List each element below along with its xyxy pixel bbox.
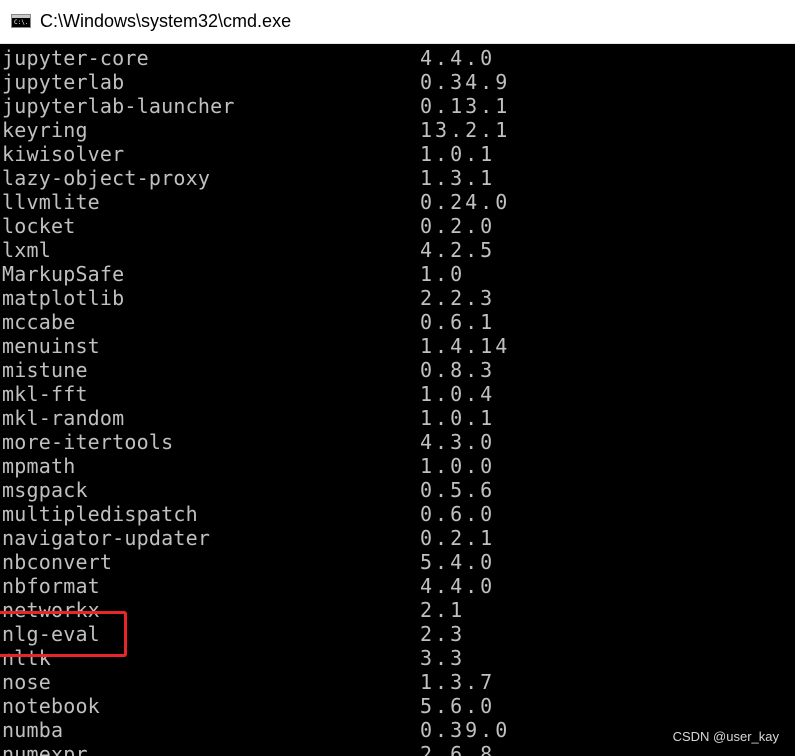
- cmd-icon-text: C:\.: [14, 19, 29, 26]
- package-name: llvmlite: [2, 190, 100, 214]
- package-version: 4.4.0: [420, 574, 496, 598]
- package-version: 1.4.14: [420, 334, 511, 358]
- package-name: jupyter-core: [2, 46, 149, 70]
- package-name: mistune: [2, 358, 88, 382]
- package-name: numba: [2, 718, 64, 742]
- package-name: nbformat: [2, 574, 100, 598]
- package-version: 0.2.1: [420, 526, 496, 550]
- package-version: 1.3.7: [420, 670, 496, 694]
- package-version: 1.0: [420, 262, 466, 286]
- package-version: 2.2.3: [420, 286, 496, 310]
- package-name: mpmath: [2, 454, 76, 478]
- package-version: 5.4.0: [420, 550, 496, 574]
- package-version: 1.0.1: [420, 406, 496, 430]
- package-version: 0.39.0: [420, 718, 511, 742]
- package-name: more-itertools: [2, 430, 174, 454]
- title-bar[interactable]: C:\. C:\Windows\system32\cmd.exe: [0, 0, 795, 44]
- package-version: 0.13.1: [420, 94, 511, 118]
- package-name: notebook: [2, 694, 100, 718]
- package-version: 1.3.1: [420, 166, 496, 190]
- package-name: multipledispatch: [2, 502, 198, 526]
- package-name: numexpr: [2, 742, 88, 756]
- package-name: menuinst: [2, 334, 100, 358]
- package-name: keyring: [2, 118, 88, 142]
- package-version: 0.6.0: [420, 502, 496, 526]
- cmd-icon-strip: [12, 15, 30, 18]
- package-version: 2.1: [420, 598, 466, 622]
- package-version: 1.0.1: [420, 142, 496, 166]
- package-version: 1.0.4: [420, 382, 496, 406]
- package-name: jupyterlab: [2, 70, 125, 94]
- package-version: 4.2.5: [420, 238, 496, 262]
- package-name: nose: [2, 670, 51, 694]
- package-name: matplotlib: [2, 286, 125, 310]
- console-output[interactable]: jupyter-core 4.4.0 jupyterlab 0.34.9 jupyter…: [0, 44, 795, 756]
- window-title: C:\Windows\system32\cmd.exe: [40, 11, 292, 31]
- package-version: 0.2.0: [420, 214, 496, 238]
- package-version: 13.2.1: [420, 118, 511, 142]
- package-name: MarkupSafe: [2, 262, 125, 286]
- package-name: locket: [2, 214, 76, 238]
- package-name: mkl-fft: [2, 382, 88, 406]
- package-name: nbconvert: [2, 550, 113, 574]
- package-name: mkl-random: [2, 406, 125, 430]
- package-name: kiwisolver: [2, 142, 125, 166]
- package-version: 2.6.8: [420, 742, 496, 756]
- package-name: navigator-updater: [2, 526, 211, 550]
- package-version: 2.3: [420, 622, 466, 646]
- package-version: 4.3.0: [420, 430, 496, 454]
- package-version: 0.6.1: [420, 310, 496, 334]
- package-version: 0.5.6: [420, 478, 496, 502]
- package-version: 4.4.0: [420, 46, 496, 70]
- package-version: 1.0.0: [420, 454, 496, 478]
- package-name: mccabe: [2, 310, 76, 334]
- cmd-icon: C:\.: [11, 14, 31, 28]
- package-name: msgpack: [2, 478, 88, 502]
- package-name: jupyterlab-launcher: [2, 94, 235, 118]
- watermark: CSDN @user_kay: [672, 729, 779, 744]
- highlight-annotation: [0, 611, 127, 657]
- package-version: 0.34.9: [420, 70, 511, 94]
- package-version: 0.8.3: [420, 358, 496, 382]
- package-version: 3.3: [420, 646, 466, 670]
- package-version: 0.24.0: [420, 190, 511, 214]
- package-version: 5.6.0: [420, 694, 496, 718]
- package-name: lxml: [2, 238, 51, 262]
- package-name: lazy-object-proxy: [2, 166, 211, 190]
- cmd-window: C:\. C:\Windows\system32\cmd.exe jupyter…: [0, 0, 795, 756]
